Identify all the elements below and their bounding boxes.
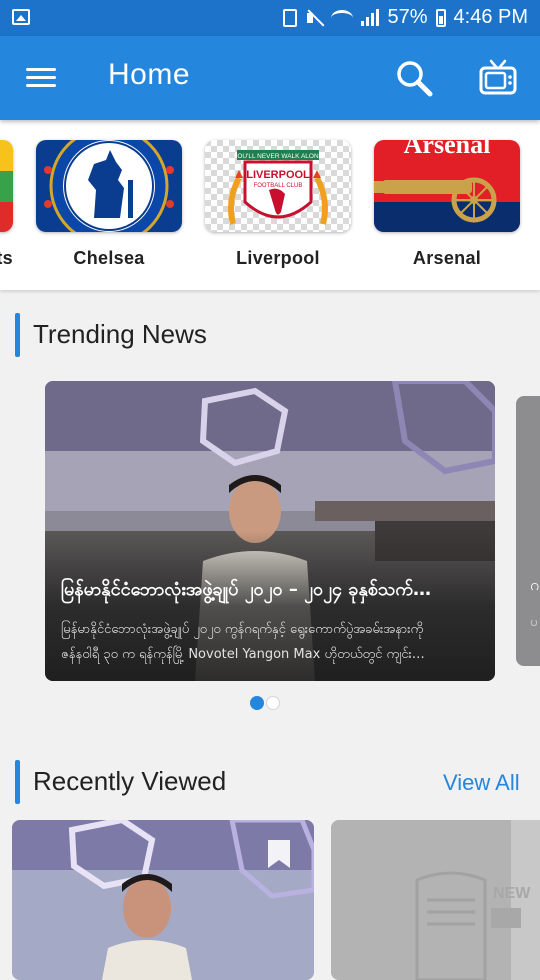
team-item-myanmar[interactable]: ts	[0, 140, 13, 269]
section-accent-bar	[15, 760, 20, 804]
search-icon[interactable]	[394, 58, 434, 98]
news-description: ပ	[530, 615, 538, 630]
liverpool-motto-text: YOU'LL NEVER WALK ALONE	[233, 153, 324, 160]
trending-news-card-next[interactable]: ဂ ပ	[516, 396, 540, 666]
news-title: ဂ	[530, 575, 540, 594]
app-bar: Home	[0, 36, 540, 120]
status-indicators: 57% 4:46 PM	[283, 6, 528, 29]
arsenal-crest: Arsenal	[374, 140, 520, 232]
news-description: မြန်မာနိုင်ငံဘောလုံးအဖွဲ့ချုပ် ၂၀၂၀ ကွန်…	[61, 617, 481, 667]
pager-dot-active[interactable]	[250, 696, 264, 710]
newspaper-placeholder-icon: NEW	[331, 820, 540, 980]
section-accent-bar	[15, 313, 20, 357]
signal-icon	[361, 8, 380, 26]
myanmar-flag-logo	[0, 140, 13, 232]
trending-heading: Trending News	[33, 319, 207, 349]
team-label: Liverpool	[236, 248, 320, 268]
placeholder-text: NEW	[493, 885, 531, 902]
teams-carousel[interactable]: ts Chelsea	[0, 120, 540, 290]
team-label: Arsenal	[412, 248, 482, 268]
arsenal-wordmark: Arsenal	[404, 140, 491, 159]
liverpool-fc-text: FOOTBALL CLUB	[254, 183, 303, 189]
mute-icon	[305, 9, 323, 27]
team-item-liverpool[interactable]: YOU'LL NEVER WALK ALONE LIVERPOOL FOOTBA…	[205, 140, 351, 269]
team-label: ts	[0, 248, 13, 268]
liverpool-name-text: LIVERPOOL	[246, 169, 310, 181]
news-description-line: မြန်မာနိုင်ငံဘောလုံးအဖွဲ့ချုပ် ၂၀၂၀ ကွန်…	[61, 622, 424, 637]
team-item-arsenal[interactable]: Arsenal Arsenal	[374, 140, 520, 269]
wifi-icon	[331, 9, 354, 26]
team-item-chelsea[interactable]: Chelsea	[36, 140, 182, 269]
trending-news-card[interactable]: မြန်မာနိုင်ငံဘောလုံးအဖွဲ့ချုပ် ၂၀၂၀ – ၂၀…	[45, 381, 495, 681]
recent-news-card[interactable]: NEW	[331, 820, 540, 980]
pager-dot[interactable]	[266, 696, 280, 710]
bookmark-icon[interactable]	[268, 840, 290, 868]
liverpool-crest: YOU'LL NEVER WALK ALONE LIVERPOOL FOOTBA…	[205, 140, 351, 232]
team-label: Chelsea	[73, 248, 145, 268]
battery-icon	[435, 8, 446, 27]
carousel-pager	[250, 696, 280, 710]
status-bar: 57% 4:46 PM	[0, 0, 540, 36]
clock: 4:46 PM	[453, 6, 528, 28]
view-all-link[interactable]: View All	[443, 770, 520, 796]
news-title: မြန်မာနိုင်ငံဘောလုံးအဖွဲ့ချုပ် ၂၀၂၀ – ၂၀…	[61, 579, 431, 600]
news-description-line: ဇန်နဝါရီ ၃၀ က ရန်ကုန်မြို့ Novotel Yango…	[61, 647, 425, 662]
lock-icon	[283, 8, 298, 27]
page-title: Home	[108, 58, 191, 91]
recent-heading: Recently Viewed	[33, 766, 227, 796]
gallery-notification-icon	[12, 9, 30, 25]
recent-news-card[interactable]	[12, 820, 314, 980]
chelsea-crest	[36, 140, 182, 232]
tv-icon[interactable]	[478, 58, 518, 98]
battery-percent: 57%	[387, 6, 428, 28]
menu-icon[interactable]	[26, 66, 58, 90]
